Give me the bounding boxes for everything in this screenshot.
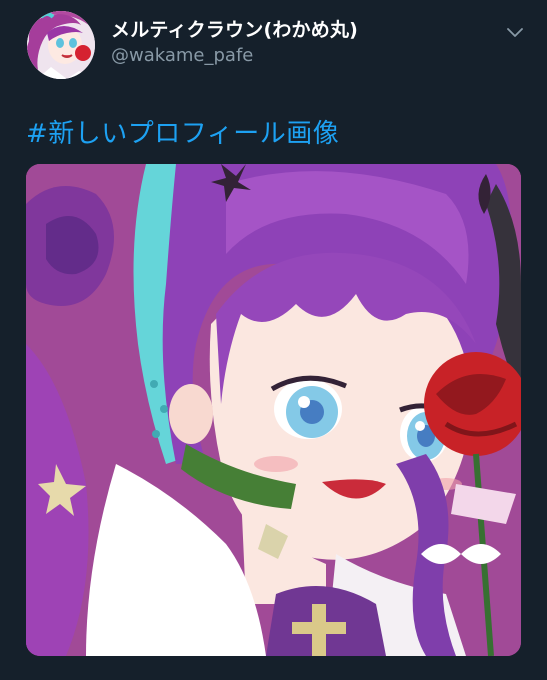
tweet-media-image[interactable] [26,164,521,656]
author-handle[interactable]: @wakame_pafe [111,45,253,66]
tweet-menu-button[interactable] [503,24,527,42]
author-avatar[interactable] [27,11,95,79]
profile-avatar-illustration [27,11,95,79]
tweet-hashtag-link[interactable]: #新しいプロフィール画像 [26,113,339,150]
tweet-card: メルティクラウン(わかめ丸) @wakame_pafe #新しいプロフィール画像 [0,0,547,680]
chevron-down-icon [507,28,523,37]
anime-illustration-image [26,164,521,656]
author-display-name[interactable]: メルティクラウン(わかめ丸) [111,15,358,42]
